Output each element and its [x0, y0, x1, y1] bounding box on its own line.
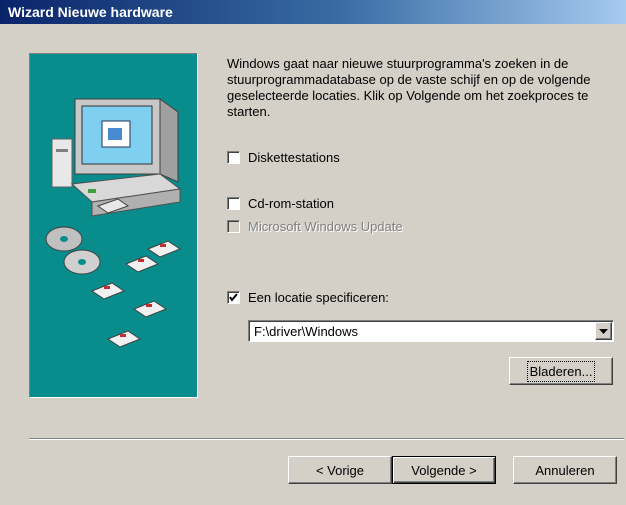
cancel-button[interactable]: Annuleren: [513, 456, 617, 484]
title-bar[interactable]: Wizard Nieuwe hardware: [0, 0, 626, 24]
diskettes-label[interactable]: Diskettestations: [248, 150, 340, 165]
diskettes-checkbox[interactable]: [227, 150, 240, 164]
separator: [29, 438, 624, 440]
option-specify-location[interactable]: Een locatie specificeren:: [227, 288, 389, 306]
computer-illustration-icon: [45, 98, 182, 348]
windows-update-checkbox: [227, 219, 240, 233]
location-value[interactable]: F:\driver\Windows: [254, 324, 358, 339]
next-button[interactable]: Volgende >: [392, 456, 496, 484]
specify-location-label[interactable]: Een locatie specificeren:: [248, 290, 389, 305]
window-title: Wizard Nieuwe hardware: [8, 4, 173, 20]
windows-update-label: Microsoft Windows Update: [248, 218, 403, 234]
option-diskettes[interactable]: Diskettestations: [227, 148, 340, 166]
cdrom-label[interactable]: Cd-rom-station: [248, 196, 334, 211]
option-cdrom[interactable]: Cd-rom-station: [227, 194, 334, 212]
next-button-label: Volgende >: [411, 462, 477, 478]
instruction-text: Windows gaat naar nieuwe stuurprogramma'…: [227, 56, 591, 119]
back-button[interactable]: < Vorige: [288, 456, 392, 484]
browse-button[interactable]: Bladeren...: [509, 357, 613, 385]
cdrom-checkbox[interactable]: [227, 196, 240, 210]
wizard-illustration: [29, 53, 198, 398]
option-windows-update: Microsoft Windows Update: [227, 217, 403, 235]
specify-location-checkbox[interactable]: [227, 290, 240, 304]
chevron-down-icon: [599, 329, 608, 334]
browse-button-label: Bladeren...: [526, 360, 596, 382]
checkmark-icon: [229, 292, 238, 302]
location-combobox[interactable]: F:\driver\Windows: [248, 320, 614, 342]
back-button-label: < Vorige: [315, 462, 365, 478]
dropdown-button[interactable]: [595, 322, 612, 340]
cancel-button-label: Annuleren: [535, 462, 595, 478]
